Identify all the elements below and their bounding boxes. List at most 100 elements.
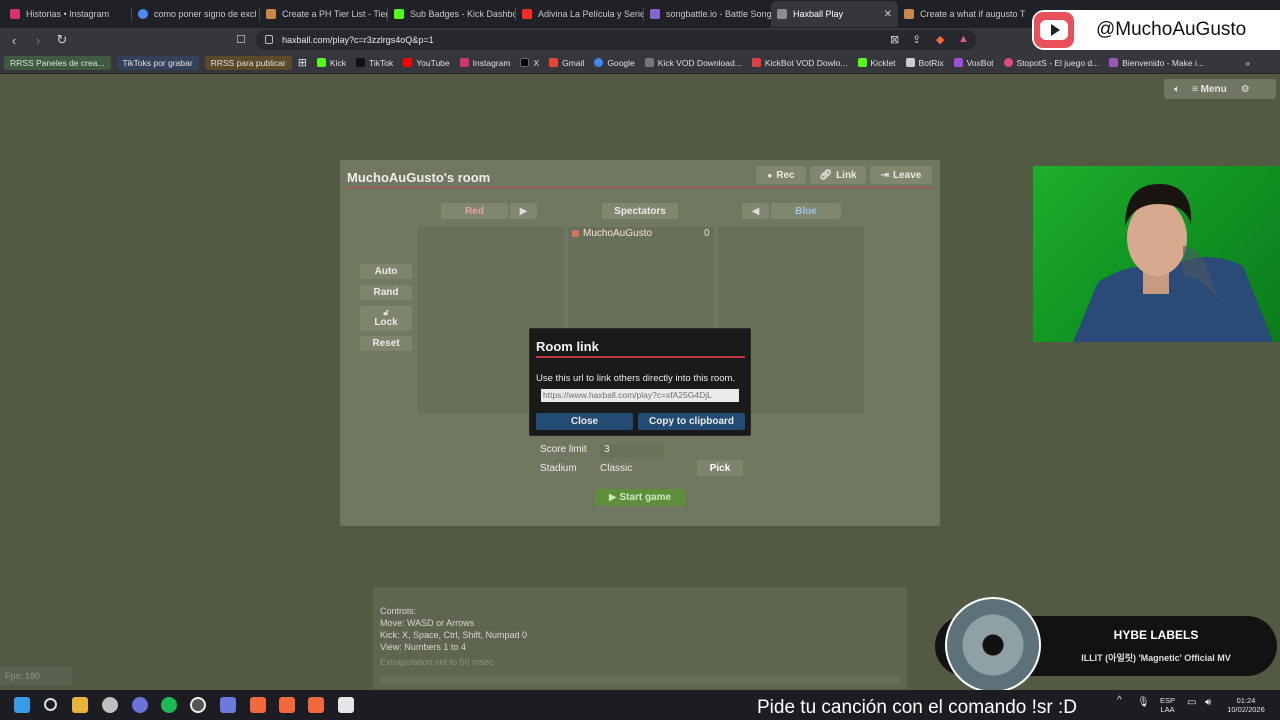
bookmark-voxbot[interactable]: VoxBot — [953, 58, 994, 68]
room-title: MuchoAuGusto's room — [347, 170, 491, 185]
lock-button[interactable]: 🔓︎ Lock — [360, 306, 412, 331]
url-field[interactable]: haxball.com/play?c=r3zzlrgs4oQ&p=1 — [256, 30, 976, 50]
bookmark-folder[interactable]: RRSS para publicar — [204, 55, 292, 70]
instagram-icon — [459, 58, 469, 67]
notepad-icon[interactable] — [338, 697, 354, 713]
more-bookmarks-icon[interactable]: » — [1245, 58, 1250, 68]
bookmark-bienvenido[interactable]: Bienvenido - Make i... — [1109, 58, 1204, 68]
clock[interactable]: 01:24 10/02/2026 — [1224, 696, 1268, 714]
red-team-header[interactable]: Red — [441, 203, 508, 219]
song-request-overlay: Pide tu canción con el comando !sr :D — [757, 697, 1078, 718]
start-game-button[interactable]: ▶ Start game — [595, 489, 685, 506]
link-label: Link — [836, 169, 857, 181]
record-icon: ● — [767, 170, 773, 180]
spectators-header[interactable]: Spectators — [602, 203, 678, 219]
room-url-input[interactable]: https://www.haxball.com/play?c=xfA25G4Dj… — [541, 389, 739, 402]
bookmark-folder[interactable]: RRSS Paneles de crea... — [4, 55, 111, 70]
bookmark-label: YouTube — [416, 57, 450, 68]
sound-icon[interactable]: 🔈︎ — [1174, 84, 1180, 95]
tab-adivina[interactable]: Adivina La Película y Serie — [516, 1, 643, 27]
bookmark-google[interactable]: Google — [594, 58, 635, 68]
copy-to-clipboard-button[interactable]: Copy to clipboard — [638, 413, 745, 430]
bookmark-gmail[interactable]: Gmail — [549, 58, 584, 68]
tab-search[interactable]: como poner signo de excl — [132, 1, 259, 27]
site-info-icon[interactable] — [265, 35, 273, 44]
brave-profile-2-icon[interactable] — [308, 697, 324, 713]
haxball-icon — [777, 9, 787, 19]
tab-label: Adivina La Película y Serie — [538, 9, 643, 19]
rec-button[interactable]: ● Rec — [756, 166, 806, 184]
spectators-label: Spectators — [614, 205, 666, 217]
bookmark-kick[interactable]: Kick — [316, 58, 346, 68]
language-indicator[interactable]: ESP LAA — [1160, 696, 1175, 714]
bookmark-kickbot-vod[interactable]: KickBot VOD Dowlo... — [751, 58, 848, 68]
move-to-blue-button[interactable]: ◀ — [742, 203, 769, 219]
score-limit-input[interactable]: 3 — [600, 444, 664, 458]
kicklet-icon — [857, 58, 867, 67]
rand-button[interactable]: Rand — [360, 285, 412, 300]
bookmark-folder[interactable]: TikToks por grabar — [116, 55, 199, 70]
reset-label: Reset — [372, 338, 400, 349]
menu-button[interactable]: ≡ Menu — [1192, 84, 1227, 95]
settings-icon[interactable]: ⚙ — [1241, 84, 1250, 95]
reset-button[interactable]: Reset — [360, 336, 412, 351]
bookmark-youtube[interactable]: YouTube — [403, 57, 450, 68]
brave-icon[interactable] — [250, 697, 266, 713]
widgets-icon[interactable] — [102, 697, 118, 713]
back-icon[interactable]: ‹ — [4, 33, 24, 48]
youtube-icon — [1034, 12, 1074, 48]
search-icon[interactable] — [44, 698, 57, 711]
bookmark-kicklet[interactable]: Kicklet — [857, 58, 896, 68]
tab-songbattle[interactable]: songbattle.io - Battle Song — [644, 1, 771, 27]
tab-haxball[interactable]: Haxball Play ✕ — [771, 1, 898, 27]
gmail-icon — [549, 58, 559, 67]
obs-icon[interactable] — [190, 697, 206, 713]
discord-icon[interactable] — [132, 697, 148, 713]
blue-team-header[interactable]: Blue — [771, 203, 841, 219]
tab-tierlist[interactable]: Create a PH Tier List - Tier — [260, 1, 387, 27]
microphone-icon[interactable]: 🎙︎ — [1137, 698, 1150, 708]
close-button[interactable]: Close — [536, 413, 633, 430]
network-icon[interactable]: ▭ — [1187, 698, 1196, 708]
apps-grid-icon[interactable]: ⊞ — [298, 56, 307, 69]
bookmark-label: Gmail — [562, 57, 585, 68]
fps-counter: Fps: 180 — [0, 667, 72, 685]
leave-button[interactable]: ⇥ Leave — [870, 166, 932, 184]
windows-start-icon[interactable] — [14, 697, 30, 713]
link-button[interactable]: 🔗︎ Link — [810, 166, 866, 184]
share-icon[interactable]: ⇪ — [912, 33, 921, 46]
streamerbot-icon[interactable] — [220, 697, 236, 713]
tray-expand-icon[interactable]: ^ — [1117, 696, 1122, 706]
streamer-silhouette — [1073, 184, 1273, 342]
youtube-icon — [403, 58, 413, 67]
bookmark-instagram[interactable]: Instagram — [459, 58, 510, 68]
close-tab-icon[interactable]: ✕ — [884, 9, 892, 20]
volume-icon[interactable]: 🔊︎ — [1205, 698, 1211, 708]
dialog-divider — [536, 356, 745, 358]
tab-label: Create a PH Tier List - Tier — [282, 9, 387, 19]
brave-shields-icon[interactable]: ◆ — [936, 33, 944, 46]
tab-kick-dashboard[interactable]: Sub Badges - Kick Dashbo — [388, 1, 515, 27]
bookmark-botrix[interactable]: BotRix — [905, 58, 944, 68]
bookmark-label: StopotS - El juego d... — [1016, 57, 1100, 68]
bookmark-stopots[interactable]: StopotS - El juego d... — [1003, 57, 1100, 68]
bookmark-tiktok[interactable]: TikTok — [355, 58, 393, 68]
pick-stadium-button[interactable]: Pick — [697, 460, 743, 476]
chat-input[interactable] — [380, 675, 900, 685]
move-to-red-button[interactable]: ▶ — [510, 203, 537, 219]
rewards-icon[interactable]: ▲ — [958, 33, 969, 45]
bookmark-x[interactable]: X — [520, 58, 539, 68]
spotify-icon[interactable] — [161, 697, 177, 713]
bookmark-icon[interactable]: ☐ — [236, 33, 246, 46]
translate-icon[interactable]: ⊠ — [890, 33, 899, 46]
forward-icon[interactable]: › — [28, 33, 48, 48]
red-team-label: Red — [465, 205, 484, 217]
player-entry[interactable]: MuchoAuGusto — [572, 228, 652, 239]
tab-instagram[interactable]: Historias • Instagram — [4, 1, 131, 27]
tab-whatif[interactable]: Create a what if augusto T — [898, 1, 1025, 27]
bookmark-kick-vod[interactable]: Kick VOD Download... — [644, 58, 742, 68]
file-explorer-icon[interactable] — [72, 697, 88, 713]
reload-icon[interactable]: ↻ — [52, 32, 72, 48]
brave-profile-icon[interactable] — [279, 697, 295, 713]
auto-button[interactable]: Auto — [360, 264, 412, 279]
